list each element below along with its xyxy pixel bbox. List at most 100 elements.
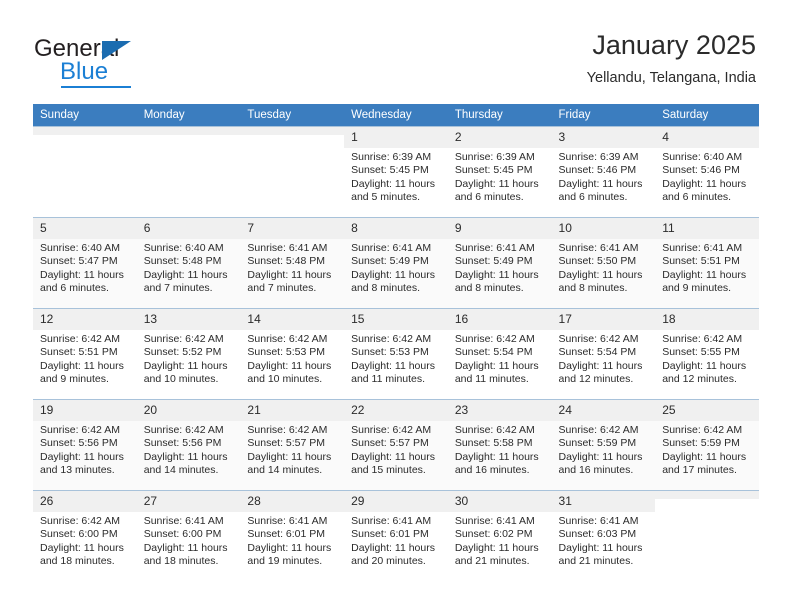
day-cell[interactable]: 23 Sunrise: 6:42 AM Sunset: 5:58 PM Dayli… xyxy=(447,399,552,491)
day-cell[interactable] xyxy=(240,126,345,218)
day-number: 7 xyxy=(240,218,345,239)
day-detail: Sunrise: 6:41 AM Sunset: 6:01 PM Dayligh… xyxy=(351,515,435,568)
day-number: 14 xyxy=(240,309,345,330)
day-number: 26 xyxy=(33,491,137,512)
weekday-header-saturday: Saturday xyxy=(655,104,759,127)
weekday-header-tuesday: Tuesday xyxy=(240,104,345,127)
day-cell[interactable]: 27 Sunrise: 6:41 AM Sunset: 6:00 PM Dayli… xyxy=(136,490,241,581)
generalblue-logo[interactable]: General Blue xyxy=(34,36,224,88)
day-cell[interactable]: 14 Sunrise: 6:42 AM Sunset: 5:53 PM Dayli… xyxy=(240,308,345,400)
day-cell[interactable]: 12 Sunrise: 6:42 AM Sunset: 5:51 PM Dayli… xyxy=(33,308,137,400)
calendar-week-row: 1 Sunrise: 6:39 AM Sunset: 5:45 PM Daylig… xyxy=(33,126,759,218)
day-number xyxy=(655,491,759,499)
logo-underline xyxy=(61,86,131,88)
calendar-week-row: 5 Sunrise: 6:40 AM Sunset: 5:47 PM Daylig… xyxy=(33,217,759,309)
day-cell[interactable]: 4 Sunrise: 6:40 AM Sunset: 5:46 PM Daylig… xyxy=(655,126,759,218)
day-cell[interactable]: 18 Sunrise: 6:42 AM Sunset: 5:55 PM Dayli… xyxy=(655,308,759,400)
day-number: 27 xyxy=(136,491,241,512)
day-cell[interactable]: 19 Sunrise: 6:42 AM Sunset: 5:56 PM Dayli… xyxy=(33,399,137,491)
day-cell[interactable]: 29 Sunrise: 6:41 AM Sunset: 6:01 PM Dayli… xyxy=(344,490,448,581)
weekday-header-wednesday: Wednesday xyxy=(344,104,448,127)
day-detail xyxy=(33,135,137,138)
day-detail: Sunrise: 6:42 AM Sunset: 5:59 PM Dayligh… xyxy=(662,424,747,477)
day-cell[interactable] xyxy=(136,126,241,218)
day-detail: Sunrise: 6:42 AM Sunset: 5:54 PM Dayligh… xyxy=(558,333,643,386)
day-cell[interactable] xyxy=(655,490,759,581)
day-cell[interactable]: 25 Sunrise: 6:42 AM Sunset: 5:59 PM Dayli… xyxy=(655,399,759,491)
day-detail: Sunrise: 6:42 AM Sunset: 5:53 PM Dayligh… xyxy=(351,333,435,386)
day-detail: Sunrise: 6:40 AM Sunset: 5:47 PM Dayligh… xyxy=(40,242,124,295)
day-detail: Sunrise: 6:42 AM Sunset: 5:51 PM Dayligh… xyxy=(40,333,124,386)
day-number: 31 xyxy=(551,491,656,512)
day-cell[interactable]: 7 Sunrise: 6:41 AM Sunset: 5:48 PM Daylig… xyxy=(240,217,345,309)
weekday-header-monday: Monday xyxy=(136,104,241,127)
day-detail: Sunrise: 6:39 AM Sunset: 5:45 PM Dayligh… xyxy=(351,151,435,204)
day-cell[interactable]: 13 Sunrise: 6:42 AM Sunset: 5:52 PM Dayli… xyxy=(136,308,241,400)
day-detail: Sunrise: 6:41 AM Sunset: 5:50 PM Dayligh… xyxy=(558,242,643,295)
day-cell[interactable]: 17 Sunrise: 6:42 AM Sunset: 5:54 PM Dayli… xyxy=(551,308,656,400)
day-number xyxy=(240,127,345,135)
day-cell[interactable]: 15 Sunrise: 6:42 AM Sunset: 5:53 PM Dayli… xyxy=(344,308,448,400)
day-cell[interactable]: 16 Sunrise: 6:42 AM Sunset: 5:54 PM Dayli… xyxy=(447,308,552,400)
day-number: 18 xyxy=(655,309,759,330)
day-detail: Sunrise: 6:42 AM Sunset: 5:56 PM Dayligh… xyxy=(40,424,124,477)
day-detail: Sunrise: 6:41 AM Sunset: 5:51 PM Dayligh… xyxy=(662,242,747,295)
day-cell[interactable]: 9 Sunrise: 6:41 AM Sunset: 5:49 PM Daylig… xyxy=(447,217,552,309)
day-number: 19 xyxy=(33,400,137,421)
day-detail: Sunrise: 6:42 AM Sunset: 5:59 PM Dayligh… xyxy=(558,424,643,477)
day-cell[interactable]: 10 Sunrise: 6:41 AM Sunset: 5:50 PM Dayli… xyxy=(551,217,656,309)
day-number: 8 xyxy=(344,218,448,239)
day-number: 28 xyxy=(240,491,345,512)
day-number: 5 xyxy=(33,218,137,239)
day-cell[interactable]: 30 Sunrise: 6:41 AM Sunset: 6:02 PM Dayli… xyxy=(447,490,552,581)
title-block: January 2025 Yellandu, Telangana, India xyxy=(587,28,756,88)
page-title: January 2025 xyxy=(592,30,756,60)
calendar-week-row: 12 Sunrise: 6:42 AM Sunset: 5:51 PM Dayli… xyxy=(33,308,759,400)
day-detail: Sunrise: 6:42 AM Sunset: 5:52 PM Dayligh… xyxy=(143,333,228,386)
day-cell[interactable]: 24 Sunrise: 6:42 AM Sunset: 5:59 PM Dayli… xyxy=(551,399,656,491)
day-cell[interactable]: 20 Sunrise: 6:42 AM Sunset: 5:56 PM Dayli… xyxy=(136,399,241,491)
day-detail: Sunrise: 6:41 AM Sunset: 5:48 PM Dayligh… xyxy=(247,242,332,295)
day-detail: Sunrise: 6:41 AM Sunset: 6:01 PM Dayligh… xyxy=(247,515,332,568)
day-detail: Sunrise: 6:41 AM Sunset: 6:02 PM Dayligh… xyxy=(454,515,539,568)
day-cell[interactable]: 2 Sunrise: 6:39 AM Sunset: 5:45 PM Daylig… xyxy=(447,126,552,218)
day-number: 16 xyxy=(447,309,552,330)
weekday-header-thursday: Thursday xyxy=(447,104,552,127)
day-number: 20 xyxy=(136,400,241,421)
day-cell[interactable]: 26 Sunrise: 6:42 AM Sunset: 6:00 PM Dayli… xyxy=(33,490,137,581)
day-cell[interactable]: 21 Sunrise: 6:42 AM Sunset: 5:57 PM Dayli… xyxy=(240,399,345,491)
day-cell[interactable]: 6 Sunrise: 6:40 AM Sunset: 5:48 PM Daylig… xyxy=(136,217,241,309)
day-cell[interactable]: 31 Sunrise: 6:41 AM Sunset: 6:03 PM Dayli… xyxy=(551,490,656,581)
day-cell[interactable]: 11 Sunrise: 6:41 AM Sunset: 5:51 PM Dayli… xyxy=(655,217,759,309)
day-number: 4 xyxy=(655,127,759,148)
day-number: 12 xyxy=(33,309,137,330)
day-number: 9 xyxy=(447,218,552,239)
day-cell[interactable] xyxy=(33,126,137,218)
day-number: 3 xyxy=(551,127,656,148)
day-detail: Sunrise: 6:42 AM Sunset: 6:00 PM Dayligh… xyxy=(40,515,124,568)
day-cell[interactable]: 8 Sunrise: 6:41 AM Sunset: 5:49 PM Daylig… xyxy=(344,217,448,309)
page-header: General Blue January 2025 Yellandu, Tela… xyxy=(0,0,792,103)
weekday-header-friday: Friday xyxy=(551,104,656,127)
day-cell[interactable]: 22 Sunrise: 6:42 AM Sunset: 5:57 PM Dayli… xyxy=(344,399,448,491)
location-subtitle: Yellandu, Telangana, India xyxy=(586,70,756,86)
day-number: 22 xyxy=(344,400,448,421)
day-cell[interactable]: 28 Sunrise: 6:41 AM Sunset: 6:01 PM Dayli… xyxy=(240,490,345,581)
day-detail: Sunrise: 6:40 AM Sunset: 5:48 PM Dayligh… xyxy=(143,242,228,295)
day-cell[interactable]: 5 Sunrise: 6:40 AM Sunset: 5:47 PM Daylig… xyxy=(33,217,137,309)
day-number: 17 xyxy=(551,309,656,330)
day-detail xyxy=(655,499,759,502)
day-number: 6 xyxy=(136,218,241,239)
day-detail: Sunrise: 6:42 AM Sunset: 5:53 PM Dayligh… xyxy=(247,333,332,386)
day-cell[interactable]: 1 Sunrise: 6:39 AM Sunset: 5:45 PM Daylig… xyxy=(344,126,448,218)
day-number: 29 xyxy=(344,491,448,512)
day-cell[interactable]: 3 Sunrise: 6:39 AM Sunset: 5:46 PM Daylig… xyxy=(551,126,656,218)
day-detail: Sunrise: 6:42 AM Sunset: 5:58 PM Dayligh… xyxy=(454,424,539,477)
day-number: 23 xyxy=(447,400,552,421)
logo-text-blue: Blue xyxy=(60,58,109,85)
day-number: 15 xyxy=(344,309,448,330)
day-detail: Sunrise: 6:40 AM Sunset: 5:46 PM Dayligh… xyxy=(662,151,747,204)
day-number: 24 xyxy=(551,400,656,421)
day-detail xyxy=(137,135,241,138)
day-detail: Sunrise: 6:42 AM Sunset: 5:55 PM Dayligh… xyxy=(662,333,747,386)
